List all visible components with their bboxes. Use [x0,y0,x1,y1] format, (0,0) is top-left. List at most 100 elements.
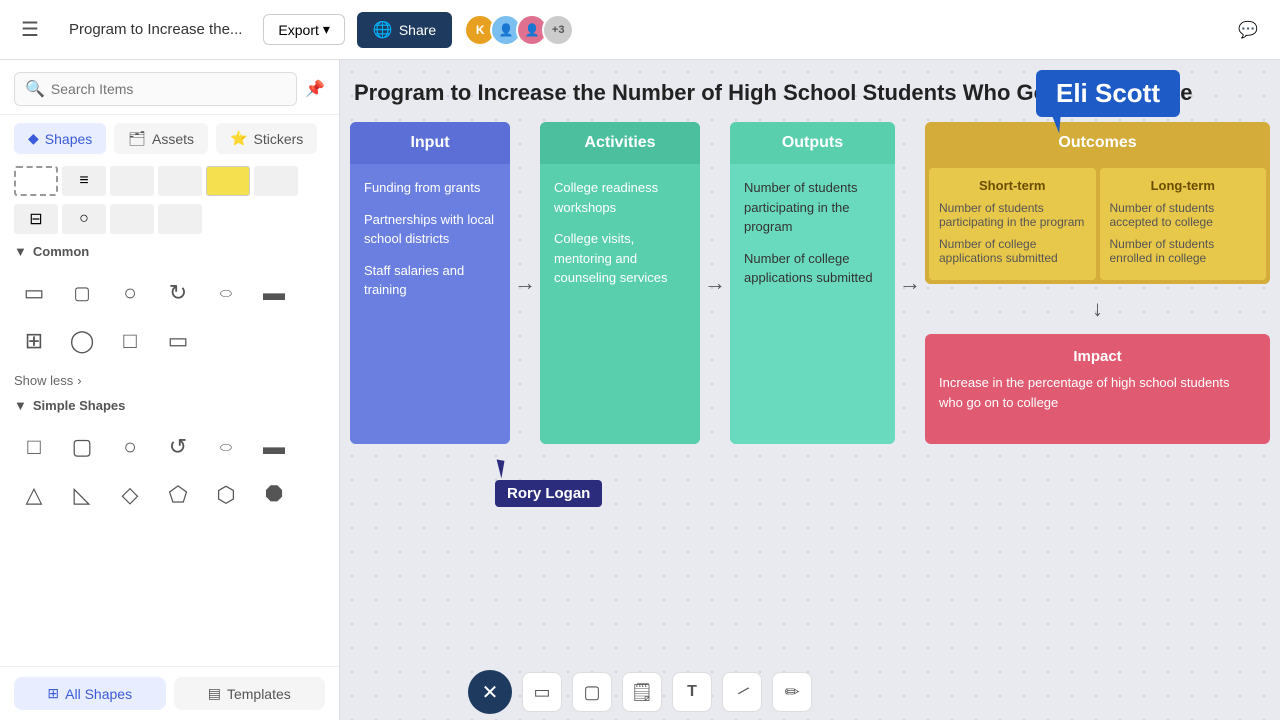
cursor-eli: Eli Scott [1036,70,1180,117]
simple-hexagon[interactable]: ⬡ [206,475,246,515]
arrow-3: → [895,270,925,296]
long-term-item-2: Number of students enrolled in college [1110,237,1257,265]
short-term-header: Short-term [939,178,1086,193]
simple-rounded-sq[interactable]: ▢ [62,427,102,467]
pin-icon[interactable]: 📌 [305,79,325,99]
share-label: Share [399,22,436,38]
long-term-col: Long-term Number of students accepted to… [1100,168,1267,280]
shape-wide-rect[interactable]: ▭ [158,321,198,361]
simple-shapes-grid: □ ▢ ○ ↺ ⬭ ▬ △ ◺ ◇ ⬠ ⬡ ⯃ [0,419,339,523]
avatar-group: K 👤 👤 +3 [464,14,574,46]
activities-header: Activities [540,122,700,164]
show-less-label: Show less [14,373,73,388]
chevron-down-icon: ▼ [14,244,27,259]
all-shapes-label: All Shapes [65,686,132,702]
all-shapes-button[interactable]: ⊞ All Shapes [14,677,166,710]
simple-undo[interactable]: ↺ [158,427,198,467]
chat-button[interactable]: 💬 [1228,10,1268,50]
templates-icon: ▤ [208,685,221,702]
shape-oval[interactable]: ◯ [62,321,102,361]
share-button[interactable]: 🌐 Share [357,12,452,48]
show-less-button[interactable]: Show less › [0,369,339,392]
simple-rect[interactable]: ▬ [254,427,294,467]
main-layout: 🔍 📌 ◆ Shapes 🗂 Assets ⭐ Stickers ≡ [0,60,1280,720]
menu-icon: ☰ [21,17,39,42]
search-input[interactable] [51,81,286,97]
simple-pentagon[interactable]: ⬠ [158,475,198,515]
cursor-rory: Rory Logan [495,460,602,507]
chevron-down-icon-2: ▼ [14,398,27,413]
shape-rounded-rect[interactable]: ▢ [62,273,102,313]
pen-tool[interactable]: ✏ [772,672,812,712]
common-section-header[interactable]: ▼ Common [0,238,339,265]
note-icon: 🗒 [631,682,654,703]
templates-button[interactable]: ▤ Templates [174,677,326,710]
sidebar-search-area: 🔍 📌 [0,60,339,115]
canvas[interactable]: Program to Increase the Number of High S… [340,60,1280,720]
activities-item-2: College visits, mentoring and counseling… [554,229,686,288]
document-title[interactable]: Program to Increase the... [60,16,251,43]
export-button[interactable]: Export ▾ [263,14,345,45]
impact-text: Increase in the percentage of high schoo… [939,373,1256,412]
shape-ellipse[interactable]: ⬭ [206,273,246,313]
shape-rect2[interactable]: □ [110,321,150,361]
search-wrap[interactable]: 🔍 [14,72,297,106]
tab-assets[interactable]: 🗂 Assets [114,123,208,154]
simple-triangle[interactable]: △ [14,475,54,515]
menu-button[interactable]: ☰ [12,12,48,48]
simple-right-triangle[interactable]: ◺ [62,475,102,515]
simple-octagon[interactable]: ⯃ [254,475,294,515]
input-body: Funding from grants Partnerships with lo… [350,164,510,444]
input-item-1: Funding from grants [364,178,496,198]
simple-shapes-label: Simple Shapes [33,398,125,413]
close-button[interactable]: ✕ [468,670,512,714]
diagram: Program to Increase the Number of High S… [350,80,1270,444]
short-term-col: Short-term Number of students participat… [929,168,1096,280]
activities-item-1: College readiness workshops [554,178,686,217]
search-icon: 🔍 [25,79,45,99]
tab-bar: ◆ Shapes 🗂 Assets ⭐ Stickers [0,115,339,162]
activities-column: Activities College readiness workshops C… [540,122,700,444]
chevron-right-icon: › [77,373,81,388]
arrow-1: → [510,270,540,296]
text-tool[interactable]: T [672,672,712,712]
note-tool[interactable]: 🗒 [622,672,662,712]
rect-tool[interactable]: ▭ [522,672,562,712]
simple-square[interactable]: □ [14,427,54,467]
sidebar-footer: ⊞ All Shapes ▤ Templates [0,666,339,720]
simple-circle[interactable]: ○ [110,427,150,467]
shape-rect[interactable]: ▭ [14,273,54,313]
all-shapes-icon: ⊞ [47,685,59,702]
text-icon: T [687,683,697,701]
tab-shapes[interactable]: ◆ Shapes [14,123,106,154]
line-tool[interactable]: / [722,672,762,712]
activities-body: College readiness workshops College visi… [540,164,700,444]
shape-table[interactable]: ⊞ [14,321,54,361]
short-term-item-2: Number of college applications submitted [939,237,1086,265]
input-item-3: Staff salaries and training [364,261,496,300]
stickers-icon: ⭐ [230,130,247,147]
sidebar: 🔍 📌 ◆ Shapes 🗂 Assets ⭐ Stickers ≡ [0,60,340,720]
outcomes-impact-wrapper: Outcomes Short-term Number of students p… [925,122,1270,444]
templates-label: Templates [227,686,291,702]
shape-circle[interactable]: ○ [110,273,150,313]
close-icon: ✕ [482,680,499,705]
shape-refresh[interactable]: ↻ [158,273,198,313]
chevron-down-icon: ▾ [323,21,330,38]
diagram-flow: Input Funding from grants Partnerships w… [350,122,1270,444]
tab-stickers[interactable]: ⭐ Stickers [216,123,317,154]
avatar-overflow[interactable]: +3 [542,14,574,46]
simple-shapes-section-header[interactable]: ▼ Simple Shapes [0,392,339,419]
long-term-item-1: Number of students accepted to college [1110,201,1257,229]
input-item-2: Partnerships with local school districts [364,210,496,249]
header: ☰ Program to Increase the... Export ▾ 🌐 … [0,0,1280,60]
simple-diamond[interactable]: ◇ [110,475,150,515]
simple-oval[interactable]: ⬭ [206,427,246,467]
shape-stadium[interactable]: ▬ [254,273,294,313]
line-icon: / [734,684,750,700]
outcomes-header: Outcomes [925,122,1270,164]
rounded-rect-tool[interactable]: ▢ [572,672,612,712]
outputs-item-2: Number of college applications submitted [744,249,881,288]
rect-icon: ▭ [533,682,550,703]
chat-icon: 💬 [1238,20,1258,40]
